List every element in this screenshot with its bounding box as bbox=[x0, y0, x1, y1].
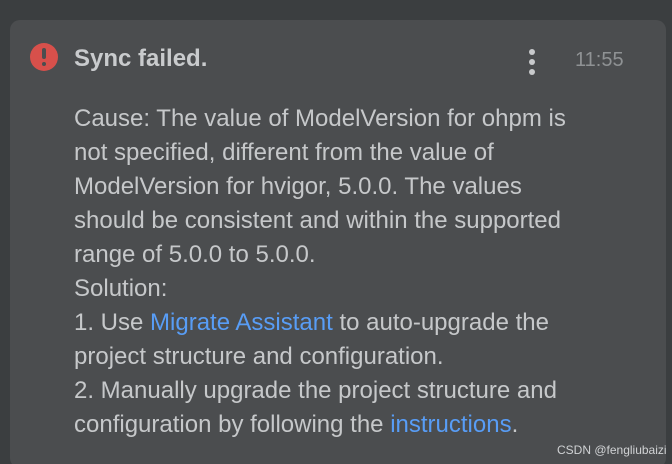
watermark: CSDN @fengliubaizi bbox=[557, 443, 667, 457]
solution-step-1-continued: project structure and configuration. bbox=[74, 343, 444, 370]
cause-line: should be consistent and within the supp… bbox=[74, 207, 561, 234]
cause-line: not specified, different from the value … bbox=[74, 139, 494, 166]
solution-step-1: 1. Use Migrate Assistant to auto-upgrade… bbox=[74, 306, 634, 340]
step-1-prefix: 1. Use bbox=[74, 309, 151, 336]
notification-title: Sync failed. bbox=[74, 45, 208, 72]
cause-line: range of 5.0.0 to 5.0.0. bbox=[74, 241, 316, 268]
notification-time: 11:55 bbox=[575, 49, 624, 71]
step-1-suffix: to auto-upgrade the bbox=[332, 309, 549, 336]
notification-message: Cause: The value of ModelVersion for ohp… bbox=[74, 102, 634, 442]
page: Sync failed. 11:55 Cause: The value of M… bbox=[0, 0, 672, 464]
more-options-button[interactable] bbox=[522, 47, 542, 77]
instructions-link[interactable]: instructions bbox=[390, 411, 511, 438]
step-2-suffix: . bbox=[511, 411, 519, 438]
solution-label: Solution: bbox=[74, 275, 168, 302]
step-2-prefix: configuration by following the bbox=[74, 411, 391, 438]
error-icon bbox=[30, 43, 58, 71]
cause-line: Cause: The value of ModelVersion for ohp… bbox=[74, 105, 566, 132]
migrate-assistant-link[interactable]: Migrate Assistant bbox=[150, 309, 333, 336]
solution-step-2: 2. Manually upgrade the project structur… bbox=[74, 377, 557, 404]
more-vertical-icon bbox=[529, 49, 535, 55]
solution-step-2-continued: configuration by following the instructi… bbox=[74, 408, 634, 442]
cause-line: ModelVersion for hvigor, 5.0.0. The valu… bbox=[74, 173, 522, 200]
